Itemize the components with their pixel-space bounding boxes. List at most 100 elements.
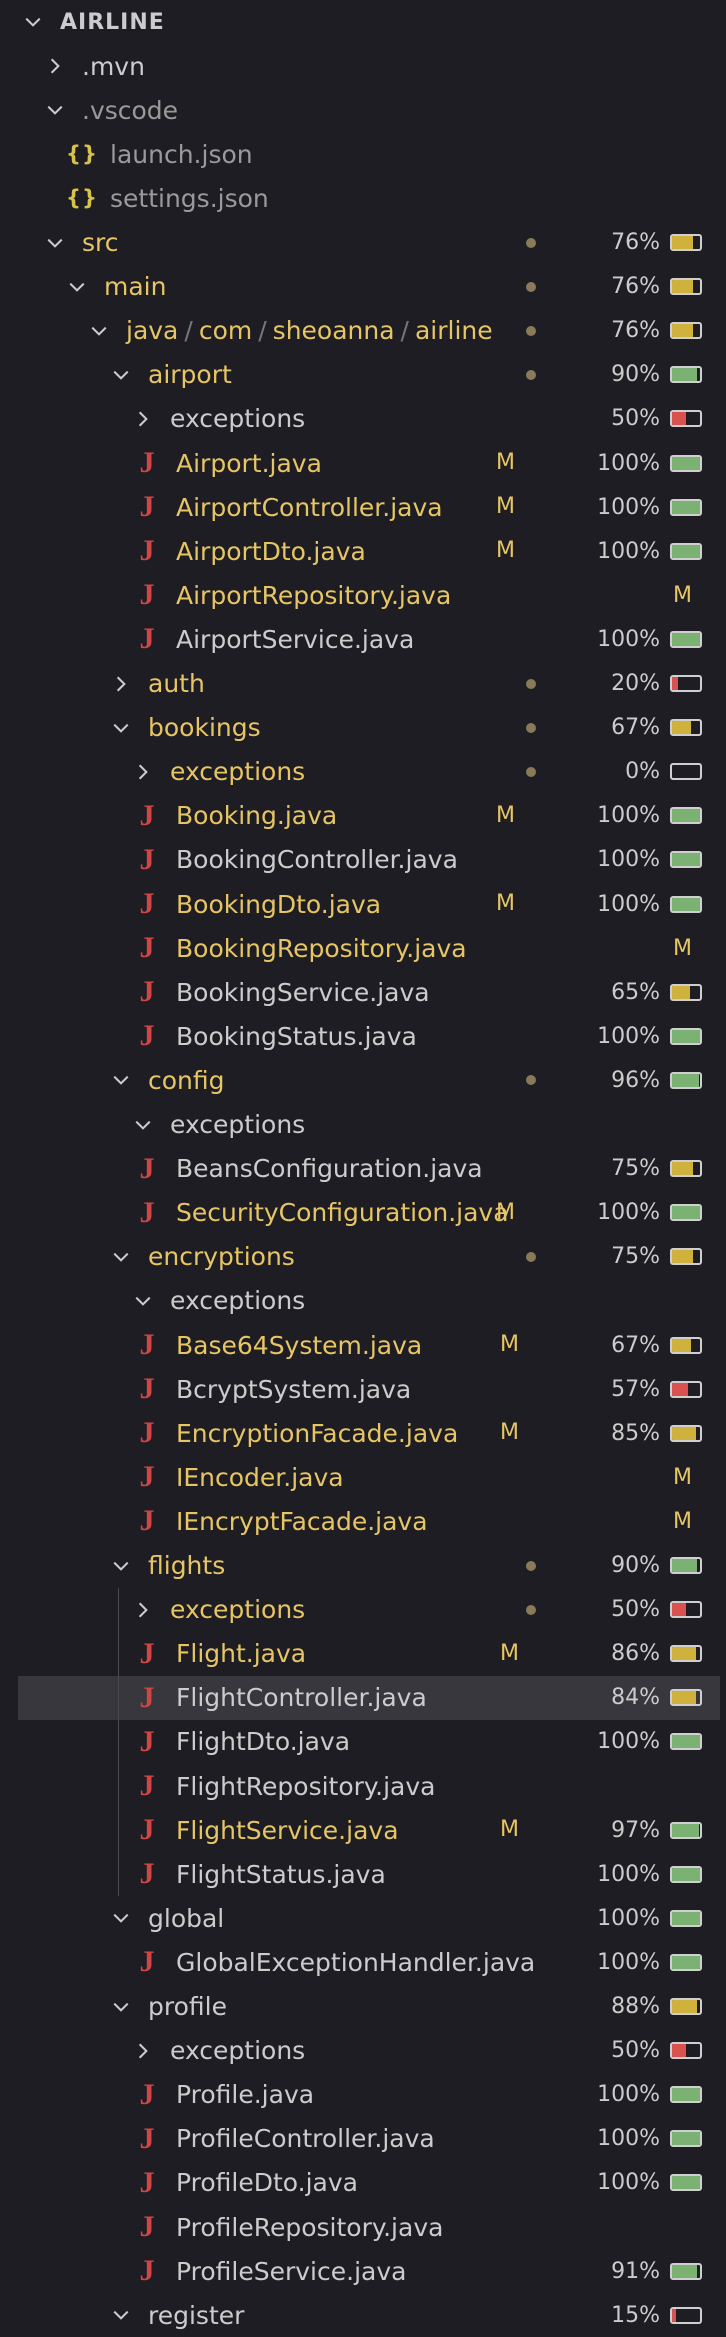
file-item[interactable]: J ProfileController.java 100%	[18, 2117, 720, 2161]
file-item[interactable]: J ProfileRepository.java	[18, 2205, 720, 2249]
java-file-icon: J	[139, 622, 155, 656]
item-label: BookingRepository.java	[176, 933, 467, 963]
chevron-down-icon[interactable]	[44, 88, 66, 132]
file-item[interactable]: J BookingStatus.java 100%	[18, 1014, 720, 1058]
file-item[interactable]: J FlightService.java M 97%	[18, 1808, 720, 1852]
file-item[interactable]: J EncryptionFacade.java M 85%	[18, 1411, 720, 1455]
coverage-percent: 65%	[611, 979, 660, 1005]
coverage-bar	[670, 895, 702, 913]
file-item[interactable]: J AirportController.java M 100%	[18, 485, 720, 529]
coverage-bar-fill	[672, 1603, 686, 1617]
item-label: BookingService.java	[176, 977, 430, 1007]
folder-item[interactable]: .vscode	[18, 88, 720, 132]
path-segment[interactable]: airline	[415, 316, 493, 345]
chevron-right-icon[interactable]	[132, 397, 154, 441]
folder-item[interactable]: profile 88%	[18, 1985, 720, 2029]
chevron-right-icon[interactable]	[44, 44, 66, 88]
file-item[interactable]: J BookingDto.java M 100%	[18, 882, 720, 926]
coverage-cell: M 100%	[496, 1191, 702, 1235]
file-item[interactable]: J FlightRepository.java	[18, 1764, 720, 1808]
chevron-down-icon[interactable]	[88, 309, 110, 353]
file-item[interactable]: {} launch.json	[18, 132, 720, 176]
file-item[interactable]: J IEncoder.java M	[18, 1455, 720, 1499]
folder-item[interactable]: exceptions 50%	[18, 2029, 720, 2073]
file-item[interactable]: J IEncryptFacade.java M	[18, 1499, 720, 1543]
path-segment[interactable]: sheoanna	[273, 316, 395, 345]
folder-item[interactable]: src 76%	[18, 221, 720, 265]
file-item[interactable]: J FlightStatus.java 100%	[18, 1852, 720, 1896]
chevron-right-icon[interactable]	[132, 750, 154, 794]
item-label: ProfileDto.java	[176, 2168, 358, 2198]
file-item[interactable]: J ProfileService.java 91%	[18, 2249, 720, 2293]
file-item[interactable]: J AirportService.java 100%	[18, 617, 720, 661]
file-item[interactable]: J Profile.java 100%	[18, 2073, 720, 2117]
chevron-down-icon[interactable]	[110, 1058, 132, 1102]
item-label: global	[148, 1903, 225, 1933]
folder-item[interactable]: auth 20%	[18, 662, 720, 706]
file-item[interactable]: J BookingRepository.java M	[18, 926, 720, 970]
path-segment[interactable]: java	[126, 316, 178, 345]
file-item[interactable]: J AirportDto.java M 100%	[18, 529, 720, 573]
file-item[interactable]: J FlightController.java 84%	[18, 1675, 720, 1720]
file-item[interactable]: J Booking.java M 100%	[18, 794, 720, 838]
coverage-bar-fill	[672, 1735, 700, 1749]
file-item[interactable]: J BeansConfiguration.java 75%	[18, 1147, 720, 1191]
folder-item[interactable]: exceptions	[18, 1279, 720, 1323]
chevron-down-icon[interactable]	[44, 221, 66, 265]
chevron-down-icon[interactable]	[110, 353, 132, 397]
folder-item[interactable]: flights 90%	[18, 1544, 720, 1588]
java-file-icon: J	[139, 578, 155, 612]
file-item[interactable]: {} settings.json	[18, 176, 720, 220]
coverage-bar	[670, 851, 702, 869]
chevron-down-icon[interactable]	[110, 1896, 132, 1940]
chevron-right-icon[interactable]	[132, 2029, 154, 2073]
coverage-cell: 15%	[592, 2293, 702, 2337]
folder-item[interactable]: exceptions 50%	[18, 1588, 720, 1632]
file-item[interactable]: J BookingService.java 65%	[18, 970, 720, 1014]
chevron-down-icon[interactable]	[110, 2293, 132, 2337]
folder-item[interactable]: exceptions 0%	[18, 750, 720, 794]
coverage-cell: 90%	[526, 1544, 702, 1588]
file-item[interactable]: J ProfileDto.java 100%	[18, 2161, 720, 2205]
folder-item[interactable]: airport 90%	[18, 353, 720, 397]
file-item[interactable]: J BookingController.java 100%	[18, 838, 720, 882]
java-file-icon: J	[139, 1416, 155, 1450]
git-change-dot-icon	[526, 1075, 536, 1086]
file-item[interactable]: J GlobalExceptionHandler.java 100%	[18, 1940, 720, 1984]
folder-item[interactable]: register 15%	[18, 2293, 720, 2337]
chevron-down-icon[interactable]	[66, 265, 88, 309]
chevron-right-icon[interactable]	[110, 662, 132, 706]
file-item[interactable]: J SecurityConfiguration.java M 100%	[18, 1191, 720, 1235]
item-label: AirportService.java	[176, 624, 415, 654]
chevron-down-icon[interactable]	[110, 1544, 132, 1588]
coverage-bar	[670, 1645, 702, 1663]
file-item[interactable]: J Base64System.java M 67%	[18, 1323, 720, 1367]
chevron-right-icon[interactable]	[132, 1588, 154, 1632]
file-item[interactable]: J FlightDto.java 100%	[18, 1720, 720, 1764]
chevron-down-icon[interactable]	[132, 1103, 154, 1147]
chevron-down-icon[interactable]	[110, 1235, 132, 1279]
chevron-down-icon[interactable]	[22, 0, 44, 44]
coverage-cell: 100%	[592, 1852, 702, 1896]
folder-item[interactable]: .mvn	[18, 44, 720, 88]
folder-item[interactable]: config 96%	[18, 1058, 720, 1102]
folder-item[interactable]: exceptions	[18, 1103, 720, 1147]
folder-item[interactable]: bookings 67%	[18, 706, 720, 750]
folder-item[interactable]: global 100%	[18, 1896, 720, 1940]
folder-item[interactable]: java / com / sheoanna / airline 76%	[18, 309, 720, 353]
explorer-root[interactable]: AIRLINE	[18, 0, 720, 44]
json-file-icon: {}	[66, 186, 98, 211]
chevron-down-icon[interactable]	[110, 706, 132, 750]
folder-item[interactable]: exceptions 50%	[18, 397, 720, 441]
file-item[interactable]: J BcryptSystem.java 57%	[18, 1367, 720, 1411]
path-segment[interactable]: com	[199, 316, 252, 345]
coverage-cell: M 100%	[496, 794, 702, 838]
file-item[interactable]: J Flight.java M 86%	[18, 1632, 720, 1676]
chevron-down-icon[interactable]	[132, 1279, 154, 1323]
file-item[interactable]: J Airport.java M 100%	[18, 441, 720, 485]
file-item[interactable]: J AirportRepository.java M	[18, 573, 720, 617]
chevron-down-icon[interactable]	[110, 1985, 132, 2029]
folder-item[interactable]: encryptions 75%	[18, 1235, 720, 1279]
folder-item[interactable]: main 76%	[18, 265, 720, 309]
git-change-dot-icon	[526, 369, 536, 380]
